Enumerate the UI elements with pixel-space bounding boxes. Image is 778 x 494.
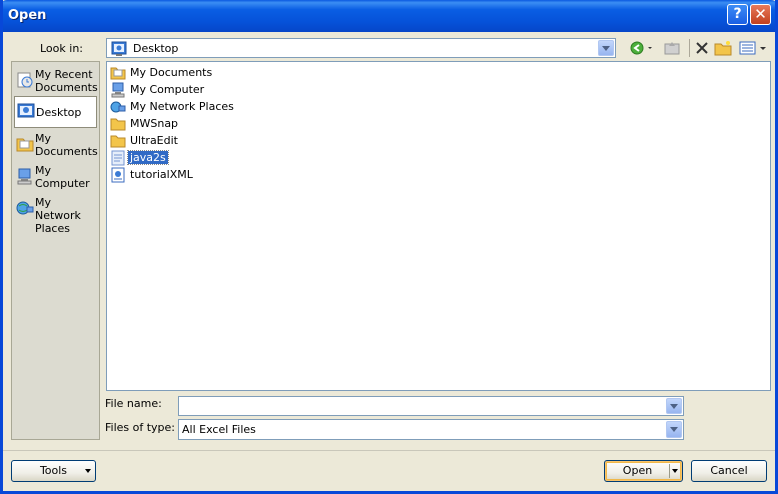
place-label: Desktop xyxy=(36,106,82,119)
window-title: Open xyxy=(8,8,47,23)
chevron-down-icon[interactable] xyxy=(672,469,678,473)
recent-documents-icon xyxy=(16,71,34,92)
file-name: My Documents xyxy=(130,66,213,79)
place-label: My Documents xyxy=(35,132,98,158)
split-separator xyxy=(669,464,670,478)
file-list[interactable]: My Documents My Computer My Network Plac… xyxy=(106,61,771,391)
network-places-icon xyxy=(16,199,34,220)
open-dialog: Open ? ✕ Look in: Desktop My Recent Docu… xyxy=(0,0,778,494)
open-button[interactable]: Open xyxy=(604,460,683,482)
files-of-type-label: Files of type: xyxy=(105,421,176,434)
files-of-type-value: All Excel Files xyxy=(182,423,256,436)
place-label: My Network Places xyxy=(35,196,81,235)
title-bar[interactable]: Open ? ✕ xyxy=(3,0,775,32)
my-computer-icon xyxy=(16,167,34,188)
file-name: UltraEdit xyxy=(130,134,178,147)
file-name: java2s xyxy=(127,150,169,165)
file-name: My Computer xyxy=(130,83,205,96)
chevron-down-icon xyxy=(85,469,91,473)
toolbar-separator xyxy=(689,39,690,57)
file-name: My Network Places xyxy=(130,100,234,113)
place-label: My Computer xyxy=(35,164,90,190)
place-my-documents[interactable]: My Documents xyxy=(14,129,98,161)
views-menu-icon[interactable] xyxy=(738,38,768,58)
place-recent-documents[interactable]: My Recent Documents xyxy=(14,65,98,97)
tools-button-label: Tools xyxy=(39,464,68,477)
file-name-dropdown-button[interactable] xyxy=(666,398,682,414)
look-in-label: Look in: xyxy=(40,42,83,55)
close-button[interactable]: ✕ xyxy=(750,4,771,25)
help-button[interactable]: ? xyxy=(727,4,748,25)
place-desktop[interactable]: Desktop xyxy=(14,96,97,128)
my-documents-icon xyxy=(16,135,34,156)
tools-button[interactable]: Tools xyxy=(11,460,96,482)
up-folder-icon[interactable] xyxy=(663,38,681,58)
divider xyxy=(3,450,775,451)
desktop-icon xyxy=(111,41,127,60)
look-in-value: Desktop xyxy=(133,42,179,55)
look-in-dropdown[interactable]: Desktop xyxy=(106,38,616,58)
file-name: tutorialXML xyxy=(130,168,193,181)
xml-file-icon xyxy=(110,167,126,186)
back-button[interactable] xyxy=(629,38,653,58)
place-label: My Recent Documents xyxy=(35,68,98,94)
place-my-computer[interactable]: My Computer xyxy=(14,161,97,193)
files-of-type-select[interactable]: All Excel Files xyxy=(178,419,684,440)
cancel-button-label: Cancel xyxy=(710,464,748,477)
look-in-dropdown-button[interactable] xyxy=(598,40,614,56)
file-name-label: File name: xyxy=(105,397,162,410)
places-bar: My Recent Documents Desktop My Documents… xyxy=(11,61,100,440)
desktop-icon xyxy=(17,103,35,124)
open-button-label: Open xyxy=(622,464,653,477)
files-of-type-dropdown-button[interactable] xyxy=(666,421,682,438)
cancel-button[interactable]: Cancel xyxy=(691,460,767,482)
place-network-places[interactable]: My Network Places xyxy=(14,193,97,235)
file-name-input[interactable] xyxy=(178,396,684,416)
file-name: MWSnap xyxy=(130,117,179,130)
delete-icon[interactable] xyxy=(693,38,711,58)
new-folder-icon[interactable] xyxy=(714,38,732,58)
